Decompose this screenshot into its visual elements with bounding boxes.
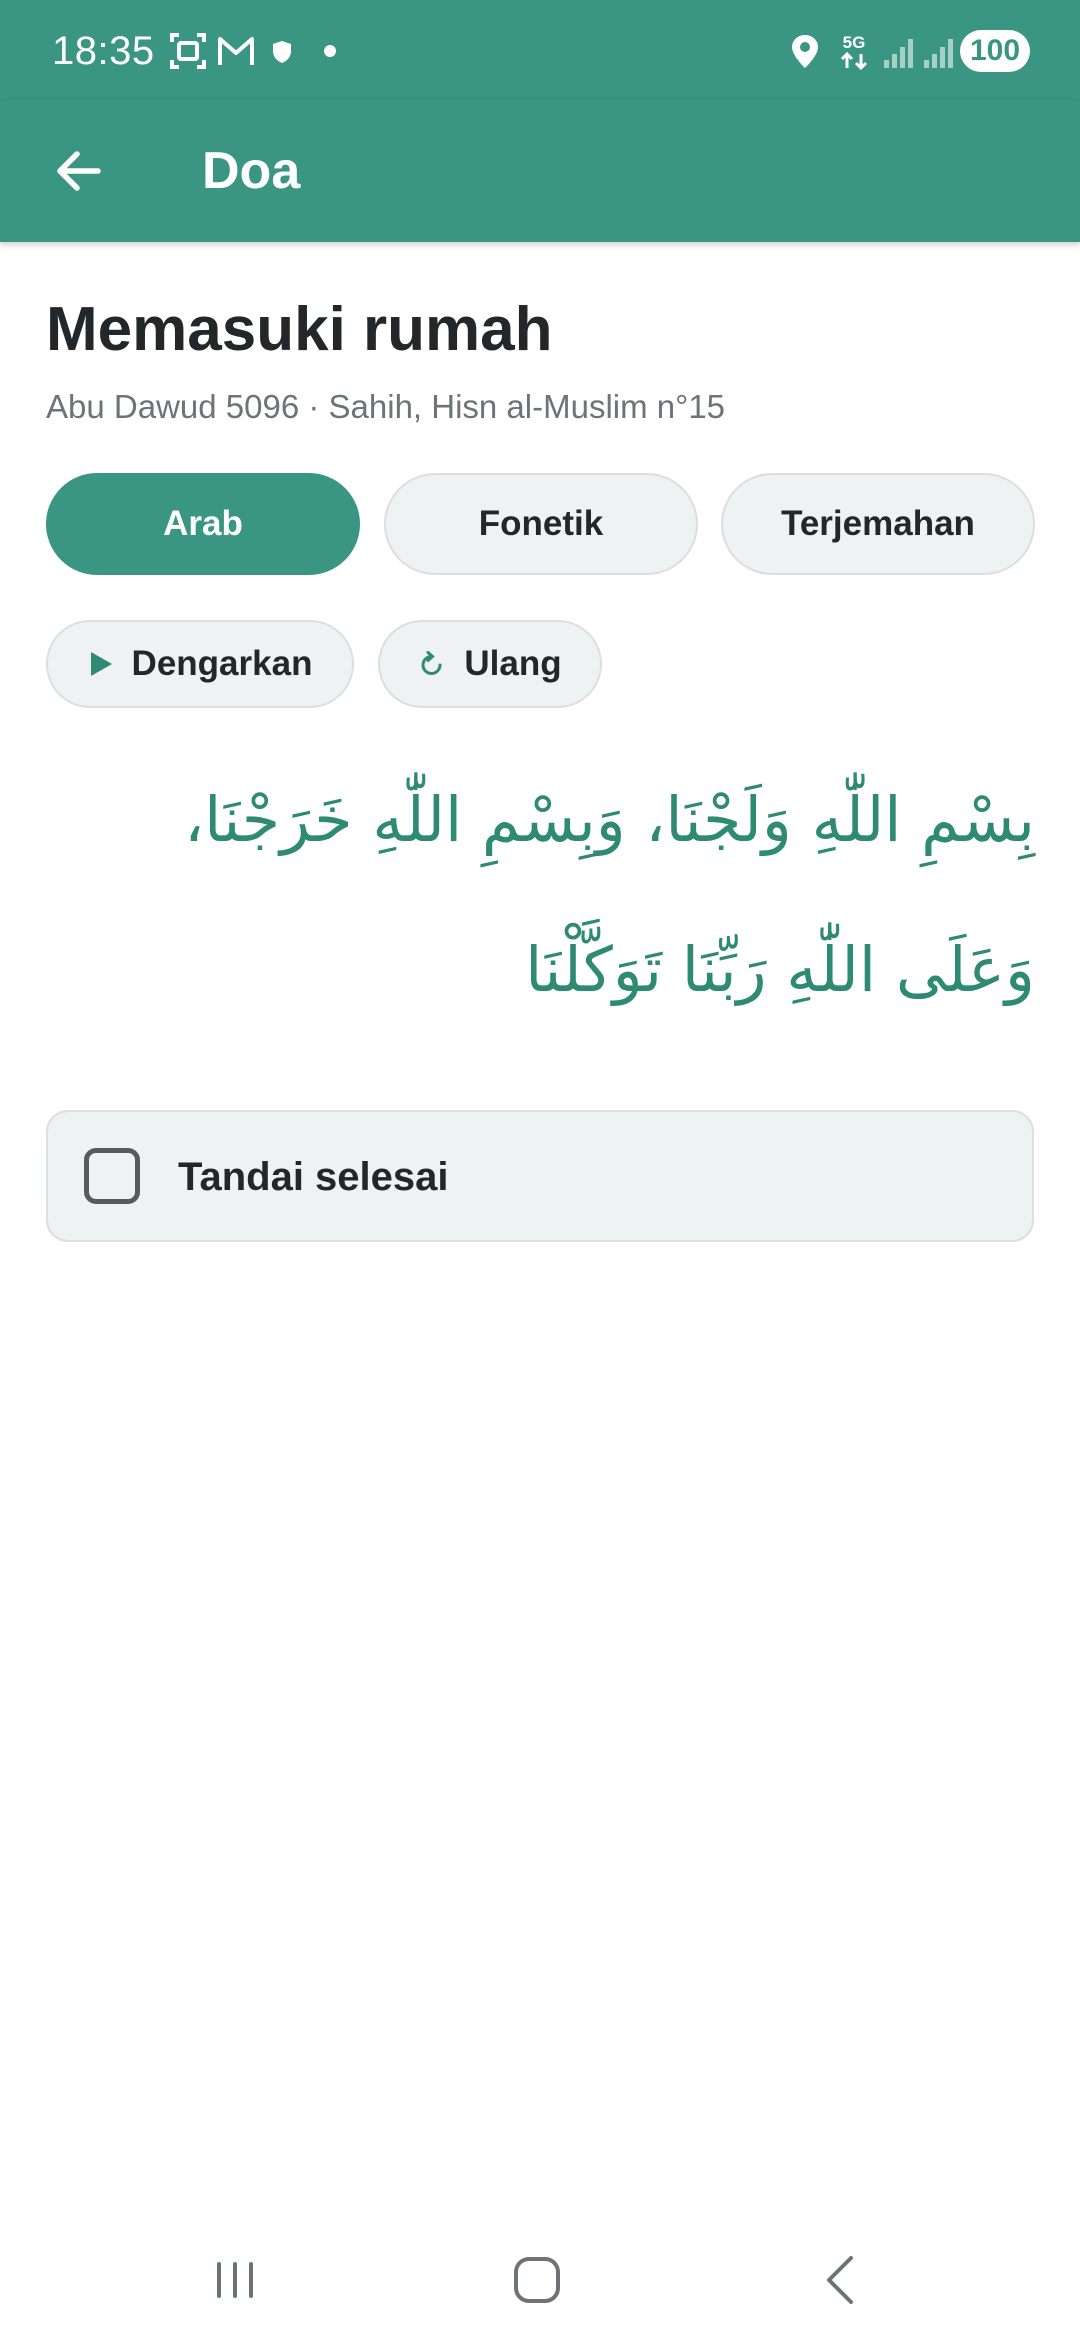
svg-text:5G: 5G <box>843 33 866 52</box>
recent-apps-button[interactable] <box>180 2240 290 2320</box>
signal-icon <box>880 30 916 72</box>
battery-icon: 100 <box>960 30 1030 72</box>
prayer-source: Abu Dawud 5096 · Sahih, Hisn al-Muslim n… <box>46 388 726 425</box>
tab-terjemahan[interactable]: Terjemahan <box>721 473 1035 575</box>
navigation-bar <box>0 2220 1080 2340</box>
network-5g-icon: 5G <box>834 30 874 72</box>
gmail-icon <box>216 30 256 72</box>
status-time: 18:35 <box>52 29 155 73</box>
play-icon <box>88 650 114 678</box>
listen-label: Dengarkan <box>131 644 313 683</box>
signal-icon <box>920 30 956 72</box>
tab-label: Terjemahan <box>781 504 975 543</box>
home-icon <box>511 2254 563 2306</box>
mark-complete-label: Tandai selesai <box>178 1155 449 1199</box>
checkbox[interactable] <box>84 1148 140 1204</box>
page-title: Memasuki rumah <box>46 295 553 364</box>
recent-apps-icon <box>211 2256 259 2304</box>
home-button[interactable] <box>482 2240 592 2320</box>
location-icon <box>788 30 822 72</box>
app-title: Doa <box>202 142 301 200</box>
tab-label: Fonetik <box>478 504 604 543</box>
nav-back-button[interactable] <box>786 2240 896 2320</box>
screenshot-icon <box>168 30 208 72</box>
repeat-icon <box>418 649 446 679</box>
tab-label: Arab <box>163 504 243 543</box>
shield-icon <box>270 30 294 72</box>
app-bar: Doa <box>0 100 1080 242</box>
arabic-prayer-text: بِسْمِ اللّٰهِ وَلَجْنَا، وَبِسْمِ اللّٰ… <box>184 783 1035 1006</box>
listen-button[interactable]: Dengarkan <box>46 620 354 708</box>
arrow-left-icon <box>51 143 107 199</box>
back-icon <box>817 2254 865 2306</box>
mark-complete-toggle[interactable]: Tandai selesai <box>46 1110 1034 1242</box>
back-button[interactable] <box>38 130 120 212</box>
tab-fonetik[interactable]: Fonetik <box>384 473 698 575</box>
dot-icon <box>322 30 338 72</box>
tab-arab[interactable]: Arab <box>46 473 360 575</box>
repeat-label: Ulang <box>464 644 562 683</box>
status-bar: 18:35 5G 100 <box>0 0 1080 100</box>
repeat-button[interactable]: Ulang <box>378 620 602 708</box>
